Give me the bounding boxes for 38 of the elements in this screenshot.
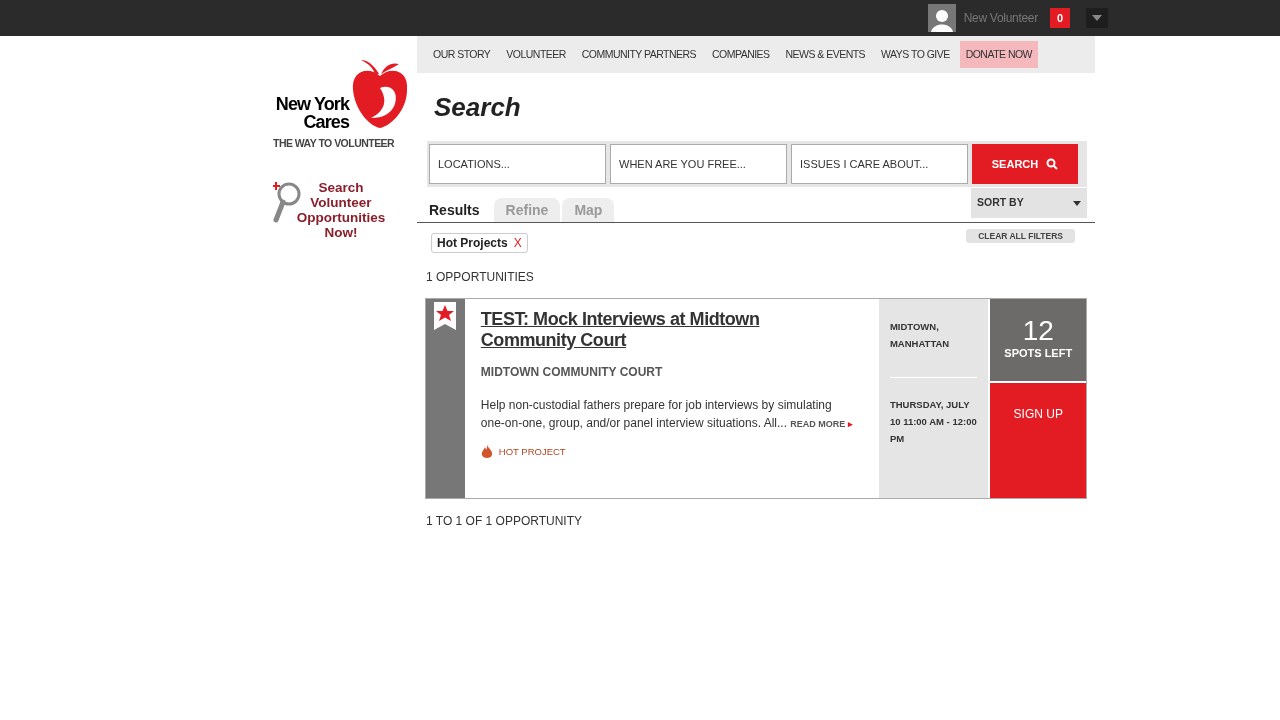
avatar-icon xyxy=(927,4,956,32)
nav-link[interactable]: OUR STORY xyxy=(427,40,497,69)
hot-project-tag: HOT PROJECT xyxy=(498,445,566,460)
remove-filter-button[interactable]: X xyxy=(513,234,522,252)
result-description: Help non-custodial fathers prepare for job interviews by simulating one-on-one, group, and/or panel interview situations. All... READ MORE ▸ xyxy=(480,397,854,432)
sort-dropdown[interactable]: SORT BY xyxy=(971,188,1087,218)
read-more-link[interactable]: READ MORE ▸ xyxy=(790,419,853,429)
date-text: THURSDAY, JULY 10 11:00 AM - 12:00 PM xyxy=(889,398,978,446)
caret-icon xyxy=(1092,15,1102,21)
search-field[interactable]: ISSUES I CARE ABOUT... xyxy=(791,144,968,184)
spots-label: SPOTS LEFT xyxy=(1004,346,1073,361)
search-field[interactable]: WHEN ARE YOU FREE... xyxy=(610,144,787,184)
logo-text: New York Cares xyxy=(274,95,349,131)
page-title: Search xyxy=(434,91,522,124)
nav-link[interactable]: COMPANIES xyxy=(706,40,776,69)
search-opportunities-link[interactable]: Search Volunteer Opportunities Now! xyxy=(291,179,391,240)
logo-tagline: THE WAY TO VOLUNTEER xyxy=(273,136,396,151)
nav-link[interactable]: NEWS & EVENTS xyxy=(779,40,872,69)
search-icon xyxy=(1046,158,1059,170)
nav-link[interactable]: VOLUNTEER xyxy=(500,40,572,69)
clear-filters-button[interactable]: CLEAR ALL FILTERS xyxy=(966,229,1075,243)
location-text: MIDTOWN, MANHATTAN xyxy=(889,318,978,378)
organization-name: MIDTOWN COMMUNITY COURT xyxy=(480,364,664,381)
pagination-summary: 1 TO 1 OF 1 OPPORTUNITY xyxy=(426,513,584,530)
results-count: 1 OPPORTUNITIES xyxy=(426,269,535,286)
sign-up-button[interactable]: SIGN UP xyxy=(990,381,1086,498)
donate-link[interactable]: DONATE NOW xyxy=(959,40,1038,69)
result-title-link[interactable]: TEST: Mock Interviews at Midtown Community Court xyxy=(480,309,859,351)
nav-link[interactable]: WAYS TO GIVE xyxy=(875,40,956,69)
notification-badge[interactable]: 0 xyxy=(1049,7,1070,29)
dropdown-button[interactable] xyxy=(1086,8,1108,28)
flame-icon xyxy=(480,445,493,460)
search-button[interactable]: SEARCH xyxy=(972,144,1078,184)
search-field[interactable]: LOCATIONS... xyxy=(429,144,606,184)
spots-count: 12 xyxy=(1022,317,1054,345)
nav-link[interactable]: COMMUNITY PARTNERS xyxy=(575,40,703,69)
filter-label: Hot Projects xyxy=(437,235,508,252)
caret-icon xyxy=(1073,200,1081,206)
